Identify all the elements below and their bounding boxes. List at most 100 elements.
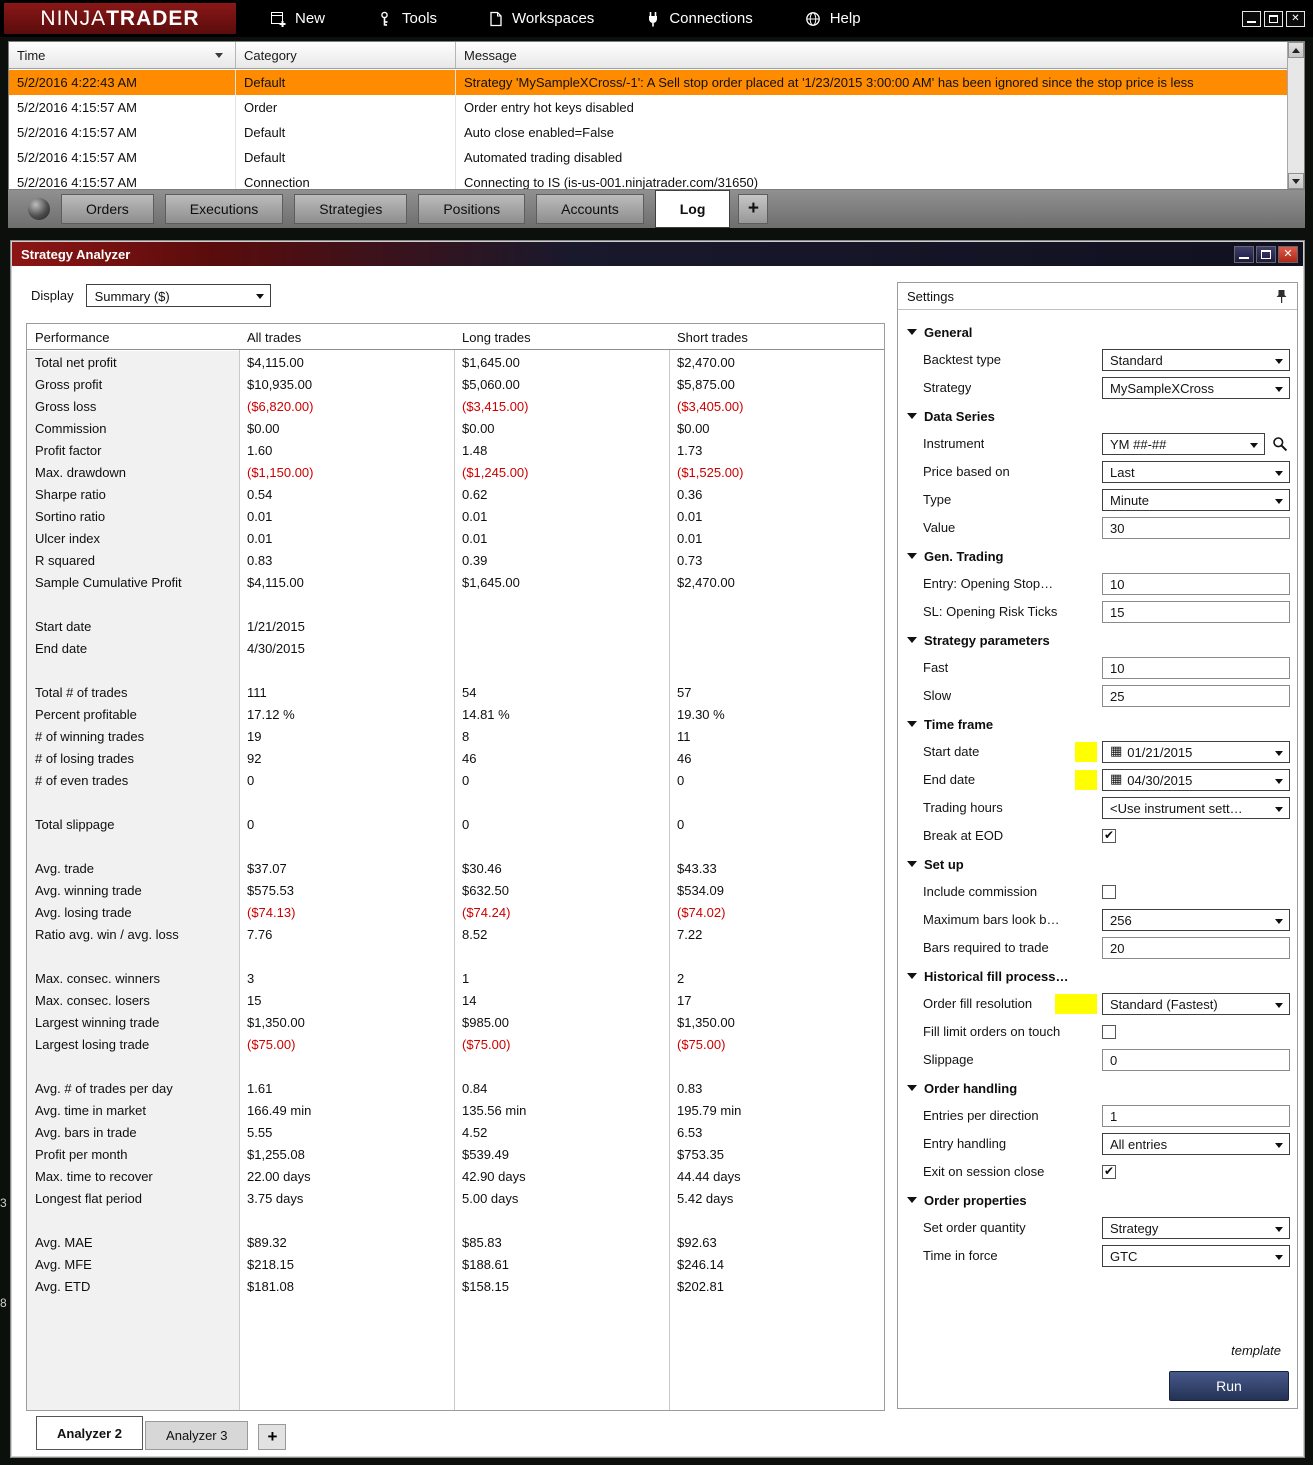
add-tab-button[interactable]: + — [738, 194, 769, 224]
log-row[interactable]: 5/2/2016 4:22:43 AM Default Strategy 'MySa… — [9, 70, 1287, 95]
setting-control-area: 10 — [1102, 657, 1290, 679]
date-value: 04/30/2015 — [1127, 773, 1193, 788]
setting-checkbox[interactable] — [1102, 1025, 1116, 1039]
window-close-button[interactable] — [1286, 10, 1305, 27]
setting-date-dropdown[interactable]: ▦ 01/21/2015 — [1102, 741, 1290, 763]
logo-text-trader: TRADER — [106, 6, 200, 30]
row-value: 17 — [677, 993, 692, 1008]
settings-section-header[interactable]: Gen. Trading — [898, 542, 1297, 570]
row-label — [27, 1209, 239, 1231]
setting-checkbox[interactable] — [1102, 1164, 1116, 1179]
display-dropdown[interactable]: Summary ($) — [85, 284, 271, 307]
setting-input[interactable]: 10 — [1102, 573, 1290, 595]
row-label: Percent profitable — [35, 707, 137, 722]
scroll-up-button[interactable] — [1288, 42, 1304, 58]
log-column-time[interactable]: Time — [9, 42, 236, 68]
setting-dropdown[interactable]: MySampleXCross — [1102, 377, 1290, 399]
row-value: 195.79 min — [677, 1103, 742, 1118]
menu-connections[interactable]: Connections — [646, 10, 753, 27]
tab-accounts[interactable]: Accounts — [536, 194, 644, 224]
setting-input[interactable]: 20 — [1102, 937, 1290, 959]
setting-dropdown[interactable]: Minute — [1102, 489, 1290, 511]
log-column-message[interactable]: Message — [456, 42, 1287, 68]
setting-input[interactable]: 0 — [1102, 1049, 1290, 1071]
row-value: ($3,415.00) — [462, 399, 529, 414]
settings-section-header[interactable]: Historical fill process… — [898, 962, 1297, 990]
search-icon[interactable] — [1270, 434, 1290, 454]
row-label: Avg. bars in trade — [35, 1125, 137, 1140]
setting-dropdown[interactable]: <Use instrument sett… — [1102, 797, 1290, 819]
setting-control-area: 10 — [1102, 573, 1290, 595]
setting-input[interactable]: 10 — [1102, 657, 1290, 679]
settings-section-header[interactable]: Time frame — [898, 710, 1297, 738]
pin-icon[interactable] — [1275, 289, 1288, 304]
menu-workspaces[interactable]: Workspaces — [489, 10, 594, 27]
tab-analyzer-3[interactable]: Analyzer 3 — [145, 1421, 249, 1450]
settings-section-header[interactable]: Strategy parameters — [898, 626, 1297, 654]
menu-label: Connections — [669, 10, 753, 27]
row-label: Commission — [35, 421, 107, 436]
setting-label: Backtest type — [923, 352, 1002, 367]
setting-date-dropdown[interactable]: ▦ 04/30/2015 — [1102, 769, 1290, 791]
setting-dropdown[interactable]: YM ##-## — [1102, 433, 1265, 455]
log-row[interactable]: 5/2/2016 4:15:57 AM Connection Connecting … — [9, 170, 1287, 189]
row-value: 1 — [462, 971, 470, 986]
setting-dropdown[interactable]: Last — [1102, 461, 1290, 483]
tab-executions[interactable]: Executions — [164, 194, 284, 224]
tab-strategies[interactable]: Strategies — [294, 194, 408, 224]
row-value: 5.42 days — [677, 1191, 734, 1206]
table-row: Profit factor 1.60 1.48 1.73 — [27, 439, 884, 461]
log-row[interactable]: 5/2/2016 4:15:57 AM Default Auto close ena… — [9, 120, 1287, 145]
log-row[interactable]: 5/2/2016 4:15:57 AM Default Automated trad… — [9, 145, 1287, 170]
instrument-control: YM ##-## — [1102, 433, 1290, 455]
log-row[interactable]: 5/2/2016 4:15:57 AM Order Order entry hot … — [9, 95, 1287, 120]
setting-dropdown[interactable]: GTC — [1102, 1245, 1290, 1267]
table-row: End date 4/30/2015 — [27, 637, 884, 659]
setting-label: Fast — [923, 660, 949, 675]
menu-tools[interactable]: Tools — [377, 10, 437, 27]
tab-orders[interactable]: Orders — [61, 194, 154, 224]
tab-log[interactable]: Log — [654, 190, 731, 228]
analyzer-titlebar[interactable]: Strategy Analyzer — [12, 242, 1303, 266]
log-scrollbar[interactable] — [1287, 42, 1304, 189]
filter-dropdown-icon[interactable] — [215, 53, 223, 58]
row-label: Max. time to recover — [35, 1169, 153, 1184]
setting-input[interactable]: 30 — [1102, 517, 1290, 539]
tab-analyzer-2[interactable]: Analyzer 2 — [36, 1416, 144, 1450]
setting-checkbox[interactable] — [1102, 885, 1116, 899]
tab-positions[interactable]: Positions — [418, 194, 526, 224]
settings-section-header[interactable]: General — [898, 318, 1297, 346]
table-row: Largest winning trade $1,350.00 $985.00 $1,… — [27, 1011, 884, 1033]
analyzer-close-button[interactable] — [1278, 245, 1298, 263]
setting-label: Type — [923, 492, 952, 507]
table-row: Profit per month $1,255.08 $539.49 $753.35 — [27, 1143, 884, 1165]
run-button[interactable]: Run — [1169, 1371, 1289, 1401]
analyzer-minimize-button[interactable] — [1234, 245, 1254, 263]
menu-new[interactable]: New — [270, 10, 325, 27]
window-minimize-button[interactable] — [1242, 10, 1261, 27]
setting-dropdown[interactable]: Standard (Fastest) — [1102, 993, 1290, 1015]
setting-input[interactable]: 1 — [1102, 1105, 1290, 1127]
log-column-category[interactable]: Category — [236, 42, 456, 68]
menu-help[interactable]: Help — [805, 10, 861, 27]
analyzer-maximize-button[interactable] — [1256, 245, 1276, 263]
setting-dropdown[interactable]: Strategy — [1102, 1217, 1290, 1239]
settings-section-header[interactable]: Order handling — [898, 1074, 1297, 1102]
setting-input[interactable]: 25 — [1102, 685, 1290, 707]
row-label: Max. drawdown — [35, 465, 127, 480]
setting-dropdown[interactable]: All entries — [1102, 1133, 1290, 1155]
setting-dropdown[interactable]: 256 — [1102, 909, 1290, 931]
scroll-down-button[interactable] — [1288, 173, 1304, 189]
table-row: Avg. time in market 166.49 min 135.56 min 1… — [27, 1099, 884, 1121]
window-maximize-button[interactable] — [1264, 10, 1283, 27]
setting-input[interactable]: 15 — [1102, 601, 1290, 623]
row-value — [454, 835, 669, 857]
settings-section-header[interactable]: Order properties — [898, 1186, 1297, 1214]
row-label: Profit factor — [35, 443, 102, 458]
settings-section-header[interactable]: Data Series — [898, 402, 1297, 430]
setting-checkbox[interactable] — [1102, 828, 1116, 843]
add-analyzer-tab-button[interactable]: + — [258, 1424, 287, 1450]
settings-section-header[interactable]: Set up — [898, 850, 1297, 878]
input-value: 15 — [1110, 605, 1125, 620]
setting-dropdown[interactable]: Standard — [1102, 349, 1290, 371]
